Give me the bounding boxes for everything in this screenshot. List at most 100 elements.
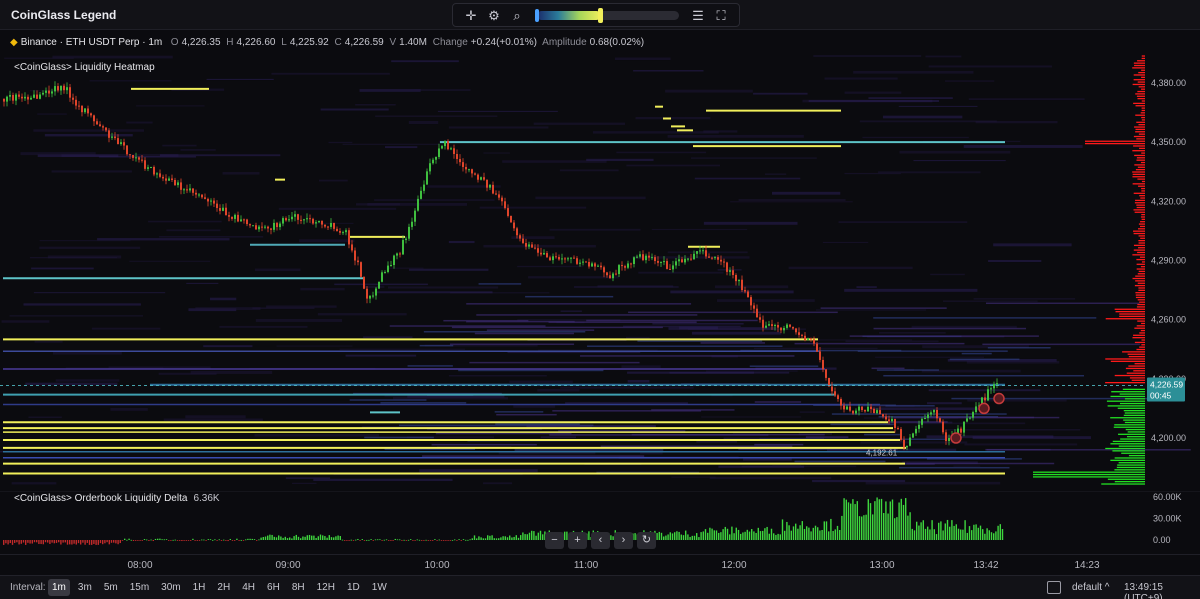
delta-bar [537, 532, 539, 540]
candle-body [156, 173, 158, 175]
delta-bar [922, 520, 924, 540]
zoom-out-button[interactable]: − [545, 532, 564, 549]
delta-bar [689, 536, 691, 540]
interval-6h[interactable]: 6H [263, 579, 284, 596]
heat-cell [753, 92, 808, 95]
crosshair-icon[interactable]: ✛ [463, 8, 479, 24]
layout-select[interactable]: default ^ [1072, 582, 1110, 593]
delta-bar [913, 530, 916, 540]
delta-bar [110, 540, 113, 543]
delta-bar [352, 540, 355, 541]
liquidation-marker [950, 432, 962, 444]
interval-30m[interactable]: 30m [157, 579, 184, 596]
candle-body [270, 228, 272, 230]
delta-bar [658, 531, 660, 540]
candle-body [834, 391, 836, 396]
search-icon[interactable]: ⌕ [509, 8, 525, 24]
heat-cell [186, 282, 219, 284]
settings-icon[interactable]: ⚙ [486, 8, 502, 24]
heat-cell [478, 283, 522, 285]
heat-cell [209, 297, 237, 301]
candle-body [87, 108, 89, 114]
delta-indicator-title[interactable]: <CoinGlass> Orderbook Liquidity Delta 6.3… [14, 493, 220, 504]
ask-depth-bar [1135, 105, 1145, 107]
interval-8h[interactable]: 8H [288, 579, 309, 596]
delta-bar [414, 540, 416, 541]
delta-bar [44, 540, 47, 543]
delta-bar [938, 522, 940, 540]
heat-cell [898, 105, 978, 107]
ask-depth-bar [1141, 190, 1145, 192]
screenshot-icon[interactable]: ⛶ [713, 8, 729, 24]
interval-4h[interactable]: 4H [238, 579, 259, 596]
heat-cell [285, 477, 331, 479]
candle-body [588, 261, 590, 267]
candle-body [390, 265, 392, 267]
delta-bar [223, 539, 225, 541]
delta-bar [198, 540, 201, 541]
symbol-pair[interactable]: Binance · ETH USDT Perp · 1m [21, 37, 163, 48]
zoom-in-button[interactable]: + [568, 532, 587, 549]
candle-body [624, 266, 626, 268]
interval-1h[interactable]: 1H [189, 579, 210, 596]
delta-bar [797, 528, 799, 540]
heatmap-indicator-title[interactable]: <CoinGlass> Liquidity Heatmap [14, 62, 155, 73]
heat-cell [423, 331, 586, 333]
slider-handle-right[interactable] [598, 8, 603, 23]
scroll-left-button[interactable]: ‹ [591, 532, 610, 549]
time-axis[interactable]: 08:00 09:00 10:00 11:00 12:00 13:00 13:4… [0, 554, 1200, 574]
delta-bar [458, 539, 460, 540]
delta-bar [159, 538, 161, 540]
slider-handle-left[interactable] [535, 9, 539, 22]
candle-body [564, 258, 566, 260]
heat-cell [51, 170, 132, 173]
heat-cell [667, 134, 804, 138]
delta-bar [704, 529, 707, 540]
candle-body [657, 261, 659, 263]
candle-body [543, 253, 545, 255]
ask-depth-bar [1115, 310, 1145, 313]
interval-1w[interactable]: 1W [368, 579, 391, 596]
bid-depth-bar [1033, 471, 1145, 473]
delta-bar [918, 525, 920, 540]
candle-body [477, 174, 479, 180]
ask-depth-bar [1134, 211, 1145, 213]
candle-body [525, 243, 527, 247]
heat-range-slider[interactable] [535, 8, 679, 23]
delta-bar [297, 536, 300, 540]
interval-1m[interactable]: 1m [48, 579, 70, 596]
volume-label: V [389, 37, 397, 48]
heat-cell [730, 201, 853, 203]
heat-cell [805, 436, 849, 438]
candle-body [612, 273, 614, 279]
candle-body [42, 92, 44, 95]
candle-body [762, 319, 764, 328]
candle-body [915, 428, 917, 434]
candle-body [519, 235, 521, 239]
delta-bar [399, 539, 401, 541]
delta-bar [150, 539, 152, 541]
interval-1d[interactable]: 1D [343, 579, 364, 596]
scroll-right-button[interactable]: › [614, 532, 633, 549]
interval-5m[interactable]: 5m [100, 579, 122, 596]
heat-cell [342, 143, 440, 145]
fullscreen-toggle-icon[interactable] [1047, 581, 1061, 594]
heat-cell [862, 136, 969, 139]
interval-12h[interactable]: 12H [313, 579, 339, 596]
liquidity-heatmap-chart[interactable]: 4,192.61 4,380.00 4,350.00 4,320.00 4,290.00… [0, 30, 1200, 491]
filter-icon[interactable]: ☰ [690, 8, 706, 24]
candle-body [855, 410, 857, 414]
candle-body [558, 257, 560, 260]
delta-bar [379, 539, 381, 541]
candle-body [33, 94, 35, 98]
bid-depth-bar [1122, 388, 1145, 390]
candle-body [363, 276, 365, 289]
volume-value: 1.40M [399, 37, 427, 48]
heat-cell [318, 179, 348, 182]
ask-depth-bar [1129, 377, 1145, 379]
interval-3m[interactable]: 3m [74, 579, 96, 596]
interval-15m[interactable]: 15m [126, 579, 153, 596]
delta-bar [680, 534, 682, 540]
reset-chart-button[interactable]: ↻ [637, 532, 656, 549]
interval-2h[interactable]: 2H [213, 579, 234, 596]
